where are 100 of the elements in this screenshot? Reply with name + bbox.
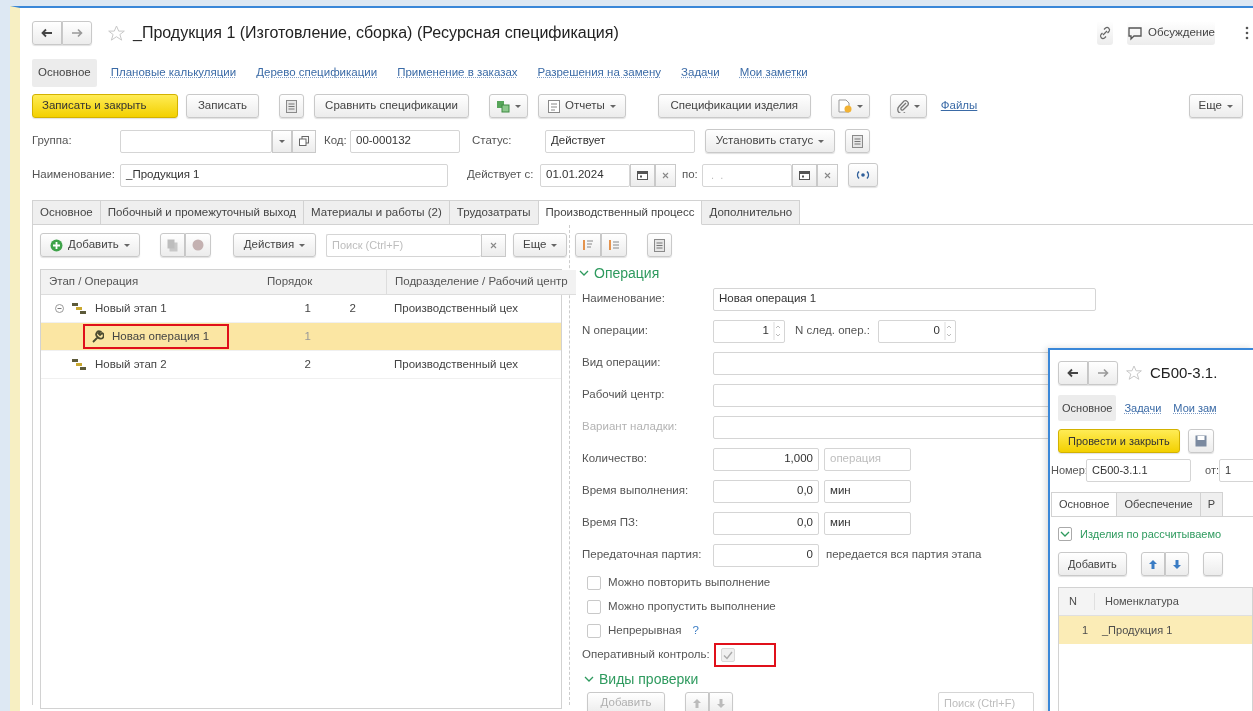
- section-link[interactable]: Задачи: [1120, 394, 1166, 422]
- tab[interactable]: Р: [1199, 492, 1223, 516]
- open-button[interactable]: [292, 129, 316, 153]
- number-field[interactable]: 1: [713, 319, 785, 343]
- product-specs-button[interactable]: Спецификации изделия: [657, 94, 811, 118]
- list-button[interactable]: [647, 233, 672, 257]
- files-link[interactable]: Файлы: [934, 92, 984, 120]
- delete-button[interactable]: [185, 233, 211, 257]
- down-button[interactable]: [1164, 552, 1189, 576]
- list-button[interactable]: [279, 94, 304, 118]
- section-tab[interactable]: Основное: [1058, 394, 1117, 422]
- more-button[interactable]: Еще: [513, 233, 568, 257]
- number-field[interactable]: 0,0: [713, 479, 819, 503]
- back-button[interactable]: [32, 21, 62, 45]
- sort-button[interactable]: [575, 233, 601, 257]
- checkbox[interactable]: [587, 576, 601, 590]
- save-button[interactable]: Записать: [186, 94, 259, 118]
- calendar-button[interactable]: [792, 163, 817, 187]
- calendar-button[interactable]: [630, 163, 655, 187]
- clear-search-button[interactable]: [481, 233, 506, 257]
- section-link[interactable]: Применение в заказах: [391, 59, 524, 87]
- sort-icon: [582, 239, 594, 251]
- code-label: Код:: [324, 133, 348, 149]
- add-button[interactable]: Добавить: [40, 233, 140, 257]
- valid-from-field[interactable]: 01.01.2024: [540, 163, 630, 187]
- tab[interactable]: Дополнительно: [701, 200, 801, 224]
- search-field[interactable]: Поиск (Ctrl+F): [938, 692, 1034, 711]
- set-status-button[interactable]: Установить статус: [705, 129, 835, 153]
- up-button[interactable]: [1140, 552, 1165, 576]
- section-link[interactable]: Разрешения на замену: [531, 59, 668, 87]
- number-field[interactable]: СБ00-3.1.1: [1086, 458, 1191, 482]
- clear-icon: [490, 241, 497, 249]
- checkbox[interactable]: [587, 624, 601, 638]
- copy-button[interactable]: [160, 233, 185, 257]
- section-link[interactable]: Плановые калькуляции: [104, 59, 243, 87]
- checkbox-label: Можно повторить выполнение: [608, 575, 771, 591]
- field-label: Рабочий центр:: [581, 387, 666, 403]
- window-title: _Продукция 1 (Изготовление, сборка) (Ресурсная спецификация): [133, 23, 619, 43]
- table-row[interactable]: Новый этап 2 2 Производственный цех: [41, 351, 561, 379]
- number-field[interactable]: 0: [878, 319, 956, 343]
- table-row[interactable]: 1 _Продукция 1: [1059, 616, 1252, 644]
- number-field[interactable]: 1,000: [713, 447, 819, 471]
- checkbox[interactable]: [587, 600, 601, 614]
- tab[interactable]: Основное: [32, 200, 101, 224]
- save-button[interactable]: [1187, 429, 1214, 453]
- save-close-button[interactable]: Записать и закрыть: [32, 94, 178, 118]
- date-field[interactable]: 1: [1219, 458, 1253, 482]
- back-button[interactable]: [1058, 361, 1088, 385]
- caret-icon: [856, 104, 863, 108]
- unit-field[interactable]: мин: [824, 479, 911, 503]
- more-button[interactable]: Еще: [1188, 94, 1243, 118]
- up-button[interactable]: [685, 692, 709, 711]
- print-button[interactable]: [830, 94, 870, 118]
- order-cell-text: 2: [304, 356, 311, 372]
- number-field[interactable]: 0,0: [713, 511, 819, 535]
- calendar-icon: [637, 170, 648, 180]
- row-name: Новая операция 1: [112, 328, 210, 344]
- number-field[interactable]: 0: [713, 543, 819, 567]
- section-link[interactable]: Мои зам: [1169, 394, 1221, 422]
- valid-to-label: по:: [682, 167, 699, 183]
- status-label: Статус:: [472, 133, 513, 149]
- sort-button[interactable]: [601, 233, 627, 257]
- add-button[interactable]: Добавить: [1058, 552, 1127, 576]
- field-label: N операции:: [581, 323, 649, 339]
- search-field[interactable]: Поиск (Ctrl+F): [326, 233, 481, 257]
- valid-from-label: Действует с:: [467, 167, 535, 183]
- text-field[interactable]: Новая операция 1: [713, 287, 1096, 311]
- related-button[interactable]: [489, 94, 528, 118]
- status-history-button[interactable]: [845, 129, 870, 153]
- tab[interactable]: Материалы и работы (2): [303, 200, 450, 224]
- reports-button[interactable]: Отчеты: [538, 94, 626, 118]
- field-label: Время ПЗ:: [581, 515, 640, 531]
- down-button[interactable]: [709, 692, 733, 711]
- chevron-icon: [579, 269, 589, 277]
- table-row[interactable]: Новая операция 1 1: [41, 323, 561, 351]
- group-field[interactable]: [120, 129, 272, 153]
- tab[interactable]: Производственный процесс: [537, 200, 703, 225]
- code-field[interactable]: 00-000132: [350, 129, 460, 153]
- post-close-button[interactable]: Провести и закрыть: [1058, 429, 1180, 453]
- toolbar-button[interactable]: [1202, 552, 1223, 576]
- section-link[interactable]: Мои заметки: [733, 59, 814, 87]
- attach-button[interactable]: [889, 94, 927, 118]
- status-field[interactable]: Действует: [545, 129, 695, 153]
- section-link[interactable]: Задачи: [675, 59, 726, 87]
- tab[interactable]: Трудозатраты: [448, 200, 539, 224]
- compare-button[interactable]: Сравнить спецификации: [314, 94, 469, 118]
- tab[interactable]: Обеспечение: [1116, 492, 1201, 516]
- unit-field[interactable]: мин: [824, 511, 911, 535]
- collapse-toggle[interactable]: [1058, 527, 1072, 541]
- tab[interactable]: Побочный и промежуточный выход: [99, 200, 305, 224]
- tab[interactable]: Основное: [1051, 492, 1118, 516]
- valid-to-field[interactable]: . .: [702, 163, 792, 187]
- period-button[interactable]: [848, 163, 878, 187]
- forward-arrow-icon: [71, 28, 83, 38]
- star-icon: [1126, 365, 1142, 381]
- section-tab[interactable]: Основное: [32, 59, 97, 87]
- group-label: Группа:: [32, 133, 73, 149]
- name-field[interactable]: _Продукция 1: [120, 163, 448, 187]
- section-link[interactable]: Дерево спецификации: [250, 59, 384, 87]
- actions-button[interactable]: Действия: [233, 233, 316, 257]
